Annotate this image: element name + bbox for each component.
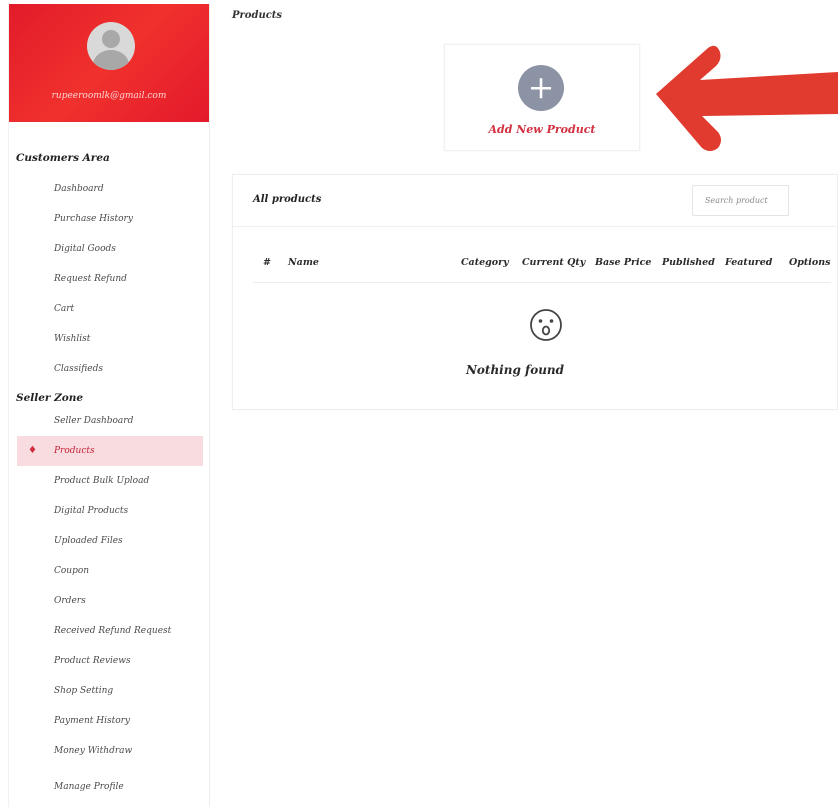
sidebar-item-manage-profile[interactable]: Manage Profile: [9, 772, 209, 802]
sidebar-item-products[interactable]: ♦ Products: [17, 436, 203, 466]
sidebar-item-label: Classifieds: [54, 364, 103, 374]
sidebar-item-label: Products: [54, 446, 95, 456]
column-header-category: Category: [461, 257, 509, 268]
column-header-number: #: [263, 257, 271, 268]
sidebar-item-product-reviews[interactable]: Product Reviews: [9, 646, 209, 676]
left-arrow-annotation: [656, 45, 838, 151]
sidebar-item-label: Digital Products: [54, 506, 129, 516]
sidebar-item-purchase-history[interactable]: Purchase History: [9, 204, 209, 234]
sidebar-item-label: Manage Profile: [54, 782, 124, 792]
sidebar-item-label: Digital Goods: [54, 244, 116, 254]
column-header-base-price: Base Price: [595, 257, 652, 268]
sidebar-item-label: Cart: [54, 304, 75, 314]
user-avatar-icon[interactable]: [87, 22, 135, 70]
sidebar-item-received-refund-request[interactable]: Received Refund Request: [9, 616, 209, 646]
sidebar-item-label: Request Refund: [54, 274, 127, 284]
sidebar-item-seller-dashboard[interactable]: Seller Dashboard: [9, 406, 209, 436]
diamond-icon: ♦: [28, 445, 37, 456]
sidebar-item-label: Seller Dashboard: [54, 416, 134, 426]
table-header: # Name Category Current Qty Base Price P…: [253, 245, 831, 283]
sidebar-item-label: Orders: [54, 596, 86, 606]
sidebar-item-classifieds[interactable]: Classifieds: [9, 354, 209, 384]
column-header-published: Published: [662, 257, 715, 268]
sidebar-item-label: Product Reviews: [54, 656, 131, 666]
sidebar-item-label: Purchase History: [54, 214, 133, 224]
column-header-featured: Featured: [725, 257, 773, 268]
sidebar-item-cart[interactable]: Cart: [9, 294, 209, 324]
column-header-options: Options: [789, 257, 831, 268]
sidebar-item-label: Dashboard: [54, 184, 104, 194]
search-input[interactable]: [692, 185, 789, 216]
sidebar-item-orders[interactable]: Orders: [9, 586, 209, 616]
sidebar-item-label: Received Refund Request: [54, 626, 172, 636]
sidebar-item-shop-setting[interactable]: Shop Setting: [9, 676, 209, 706]
seller-zone-title: Seller Zone: [16, 392, 84, 404]
profile-header: rupeeroomlk@gmail.com: [9, 4, 209, 122]
all-products-card: All products # Name Category Current Qty…: [232, 174, 838, 410]
sidebar-item-label: Coupon: [54, 566, 90, 576]
sidebar-item-label: Product Bulk Upload: [54, 476, 150, 486]
sidebar-item-digital-products[interactable]: Digital Products: [9, 496, 209, 526]
sidebar-item-product-bulk-upload[interactable]: Product Bulk Upload: [9, 466, 209, 496]
sidebar-item-label: Wishlist: [54, 334, 91, 344]
sidebar-item-wishlist[interactable]: Wishlist: [9, 324, 209, 354]
sidebar-item-label: Uploaded Files: [54, 536, 123, 546]
sidebar-item-money-withdraw[interactable]: Money Withdraw: [9, 736, 209, 766]
sidebar-item-dashboard[interactable]: Dashboard: [9, 174, 209, 204]
page-title: Products: [232, 10, 283, 21]
sidebar: rupeeroomlk@gmail.com Customers Area Das…: [8, 4, 210, 807]
add-new-product-label: Add New Product: [488, 123, 596, 136]
sidebar-item-label: Money Withdraw: [54, 746, 133, 756]
add-new-product-card[interactable]: + Add New Product: [444, 44, 640, 151]
sidebar-item-payment-history[interactable]: Payment History: [9, 706, 209, 736]
column-header-current-qty: Current Qty: [522, 257, 586, 268]
sidebar-item-request-refund[interactable]: Request Refund: [9, 264, 209, 294]
plus-icon: +: [518, 65, 564, 111]
card-header: All products: [233, 175, 837, 227]
card-title: All products: [253, 194, 322, 205]
user-email: rupeeroomlk@gmail.com: [51, 91, 167, 101]
sidebar-item-digital-goods[interactable]: Digital Goods: [9, 234, 209, 264]
column-header-name: Name: [288, 257, 319, 268]
empty-state-text: Nothing found: [465, 363, 565, 377]
sidebar-item-uploaded-files[interactable]: Uploaded Files: [9, 526, 209, 556]
sidebar-item-label: Payment History: [54, 716, 131, 726]
customers-area-title: Customers Area: [16, 152, 110, 164]
surprised-face-icon: [530, 309, 562, 341]
sidebar-item-coupon[interactable]: Coupon: [9, 556, 209, 586]
sidebar-item-label: Shop Setting: [54, 686, 114, 696]
